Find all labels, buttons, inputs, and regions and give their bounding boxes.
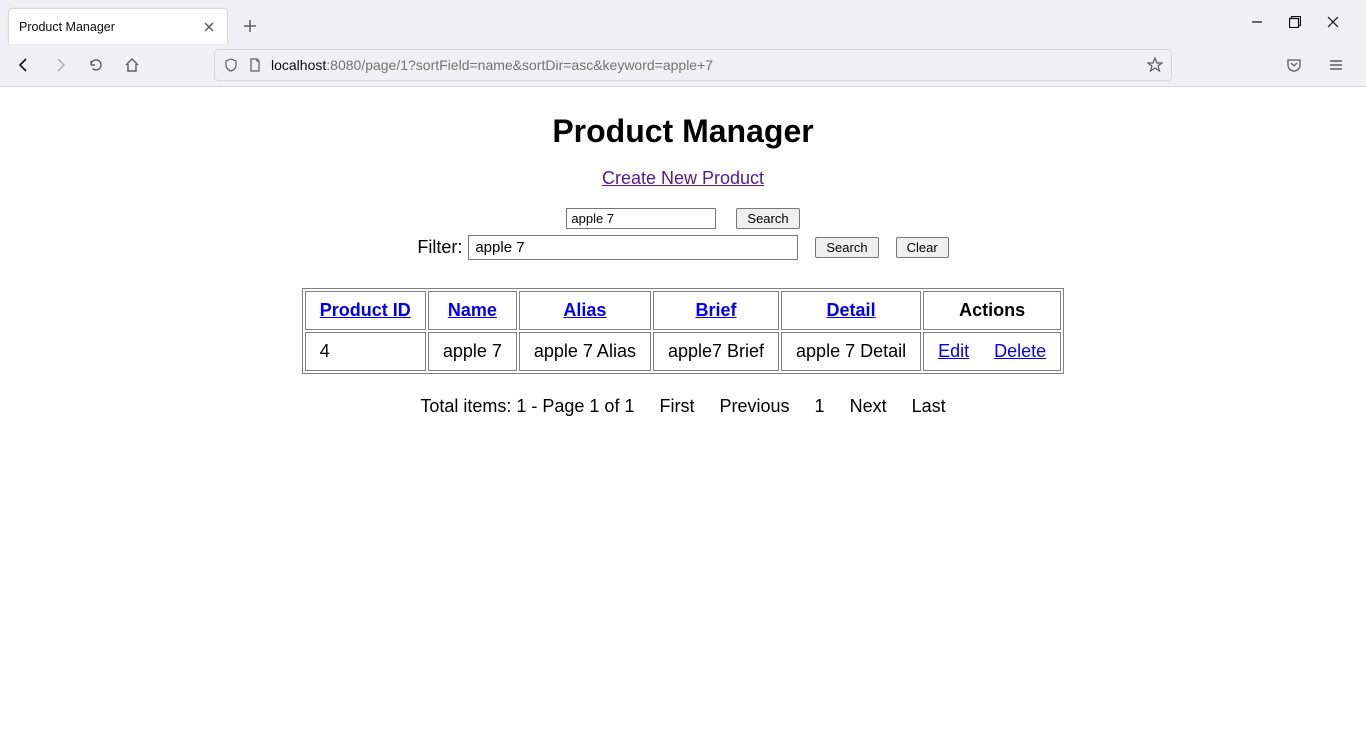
filter-line: Filter: Search Clear [0,235,1366,260]
delete-link[interactable]: Delete [994,341,1046,361]
forward-button[interactable] [46,51,74,79]
filter-search-button[interactable]: Search [815,237,878,258]
cell-name: apple 7 [428,332,517,371]
search-button-1[interactable]: Search [736,208,799,229]
pager-summary: Total items: 1 - Page 1 of 1 [420,396,634,416]
pocket-icon[interactable] [1280,51,1308,79]
table-header-row: Product ID Name Alias Brief Detail Actio… [305,291,1061,330]
pager: Total items: 1 - Page 1 of 1 First Previ… [0,396,1366,417]
pager-next[interactable]: Next [850,396,887,416]
close-window-icon[interactable] [1324,13,1342,31]
maximize-icon[interactable] [1286,13,1304,31]
url-host: localhost [271,57,326,73]
toolbar-right [1280,51,1356,79]
tab-strip: Product Manager [0,0,1366,44]
browser-toolbar: localhost:8080/page/1?sortField=name&sor… [0,44,1366,86]
url-text: localhost:8080/page/1?sortField=name&sor… [271,57,1139,73]
filter-input[interactable] [468,235,798,260]
close-icon[interactable] [201,19,217,35]
reload-button[interactable] [82,51,110,79]
create-product-link[interactable]: Create New Product [602,168,764,188]
col-detail[interactable]: Detail [827,300,876,320]
menu-icon[interactable] [1322,51,1350,79]
cell-brief: apple7 Brief [653,332,779,371]
new-tab-button[interactable] [236,12,264,40]
col-brief[interactable]: Brief [695,300,736,320]
page-content: Product Manager Create New Product Searc… [0,87,1366,417]
minimize-icon[interactable] [1248,13,1266,31]
shield-icon [223,57,239,73]
pager-prev[interactable]: Previous [720,396,790,416]
page-title: Product Manager [0,113,1366,150]
tab-title: Product Manager [19,20,201,34]
browser-tab[interactable]: Product Manager [8,8,228,44]
pager-last[interactable]: Last [912,396,946,416]
filter-clear-button[interactable]: Clear [896,237,949,258]
browser-chrome: Product Manager localhost:8080/page/1?so… [0,0,1366,87]
cell-actions: Edit Delete [923,332,1061,371]
back-button[interactable] [10,51,38,79]
cell-id: 4 [305,332,426,371]
col-product-id[interactable]: Product ID [320,300,411,320]
search-line-1: Search [0,207,1366,229]
col-alias[interactable]: Alias [563,300,606,320]
page-icon [247,57,263,73]
col-actions: Actions [923,291,1061,330]
products-table: Product ID Name Alias Brief Detail Actio… [302,288,1064,374]
table-row: 4 apple 7 apple 7 Alias apple7 Brief app… [305,332,1061,371]
cell-detail: apple 7 Detail [781,332,921,371]
search-input-1[interactable] [566,208,716,229]
pager-first[interactable]: First [659,396,694,416]
edit-link[interactable]: Edit [938,341,969,361]
url-path: :8080/page/1?sortField=name&sortDir=asc&… [326,57,713,73]
col-name[interactable]: Name [448,300,497,320]
pager-current: 1 [815,396,825,416]
bookmark-icon[interactable] [1147,57,1163,73]
window-controls [1248,0,1358,44]
home-button[interactable] [118,51,146,79]
address-bar[interactable]: localhost:8080/page/1?sortField=name&sor… [214,49,1172,81]
cell-alias: apple 7 Alias [519,332,651,371]
filter-label: Filter: [417,237,462,258]
